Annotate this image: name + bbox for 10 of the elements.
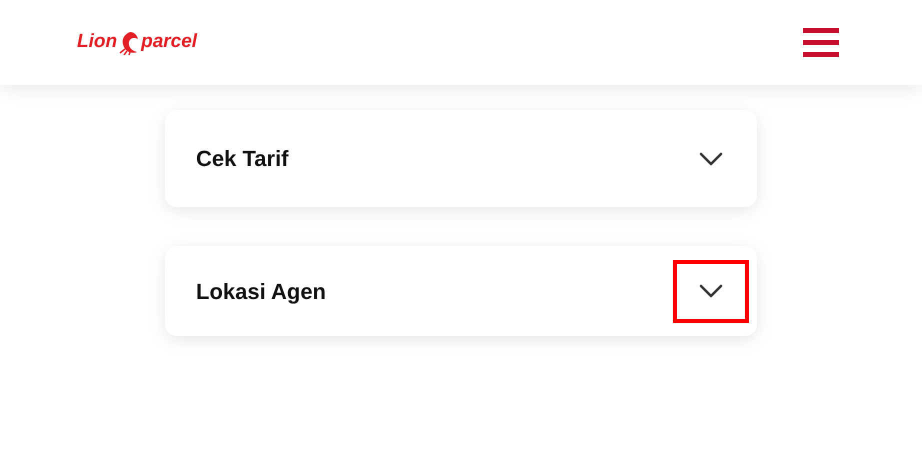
- chevron-down-icon: [699, 284, 723, 298]
- expand-button[interactable]: [673, 260, 749, 322]
- menu-button[interactable]: [803, 28, 839, 57]
- lion-head-icon: [118, 30, 140, 54]
- accordion-card[interactable]: Cek Tarif: [165, 110, 757, 207]
- accordion-title: Lokasi Agen: [196, 278, 326, 306]
- chevron-down-icon: [699, 152, 723, 166]
- accordion-title: Cek Tarif: [196, 145, 289, 173]
- accordion-card[interactable]: Lokasi Agen: [165, 246, 757, 336]
- logo[interactable]: Lion parcel: [77, 28, 198, 57]
